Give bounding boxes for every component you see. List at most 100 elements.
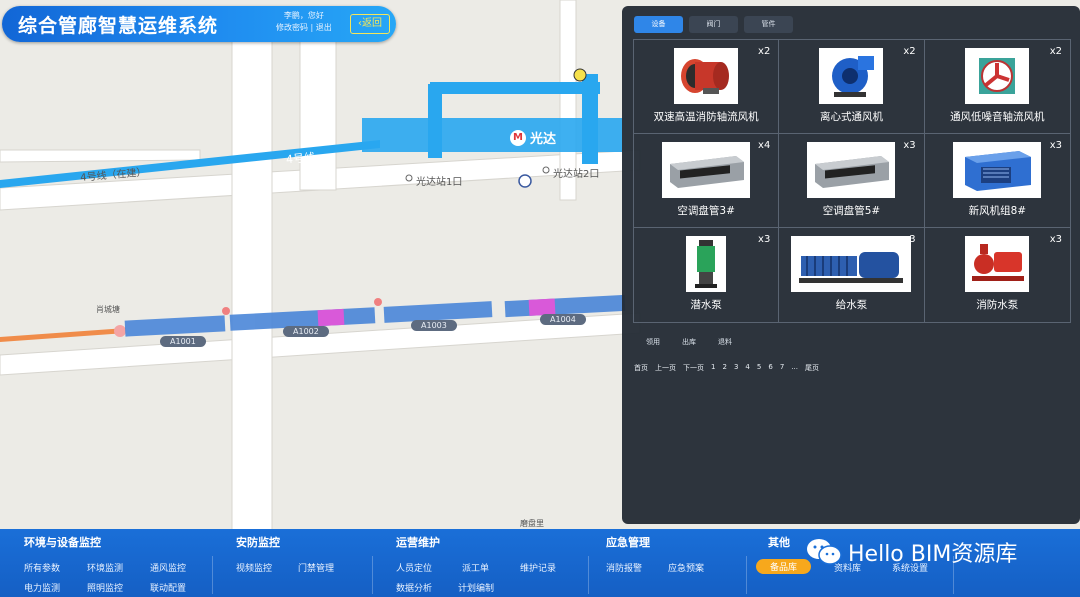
item-name: 双速高温消防轴流风机 (653, 111, 759, 123)
watermark: Hello BIM资源库 (806, 536, 1017, 568)
fan-coil-icon (807, 142, 896, 198)
watermark-text: Hello BIM资源库 (848, 542, 1018, 567)
item-quantity: x2 (903, 46, 916, 57)
page-1[interactable]: 1 (711, 363, 715, 373)
page-7[interactable]: 7 (780, 363, 784, 373)
item-name: 空调盘管3# (677, 205, 735, 217)
segment-label-a1002[interactable]: A1002 (283, 326, 329, 337)
map-label-mopanli: 磨盘里 (520, 519, 544, 528)
item-name: 空调盘管5# (822, 205, 881, 217)
user-box: 李鹏，您好 修改密码 | 退出 (276, 10, 332, 34)
segment-label-a1004[interactable]: A1004 (540, 314, 586, 325)
low-noise-fan-icon (965, 48, 1030, 104)
tab-valves[interactable]: 阀门 (689, 16, 738, 33)
nav-group-emergency: 应急管理 消防报警 应急预案 (590, 529, 750, 597)
centrifugal-fan-icon (819, 48, 884, 104)
nav-item-lighting[interactable]: 照明监控 (87, 581, 123, 594)
nav-group-title[interactable]: 其他 (768, 534, 790, 550)
item-quantity: x2 (758, 46, 771, 57)
equipment-card[interactable]: x3 潜水泵 (634, 228, 780, 322)
nav-group-security: 安防监控 视频监控 门禁管理 (214, 529, 374, 597)
nav-group-environment: 环境与设备监控 所有参数 环境监测 通风监控 电力监测 照明监控 联动配置 (0, 529, 210, 597)
outbound-button[interactable]: 出库 (682, 337, 696, 347)
nav-item-linkage[interactable]: 联动配置 (150, 581, 186, 594)
fire-pump-icon (965, 236, 1030, 292)
segment-label-a1003[interactable]: A1003 (411, 320, 457, 331)
map-label-exit2: 光达站2口 (553, 169, 600, 180)
nav-item-work-order[interactable]: 派工单 (462, 561, 489, 574)
nav-item-data-analysis[interactable]: 数据分析 (396, 581, 432, 594)
nav-item-personnel-location[interactable]: 人员定位 (396, 561, 432, 574)
guangda-station[interactable]: M 光达 (510, 128, 556, 147)
nav-item-env-monitor[interactable]: 环境监测 (87, 561, 123, 574)
tab-fittings[interactable]: 管件 (744, 16, 793, 33)
back-label: 返回 (362, 18, 382, 29)
nav-group-title[interactable]: 应急管理 (606, 534, 650, 550)
item-quantity: x3 (903, 140, 916, 151)
nav-divider (212, 556, 213, 594)
page-first[interactable]: 首页 (634, 363, 648, 373)
page-next[interactable]: 下一页 (683, 363, 704, 373)
segment-label-a1001[interactable]: A1001 (160, 336, 206, 347)
page-3[interactable]: 3 (734, 363, 738, 373)
equipment-card[interactable]: x3 新风机组8# (924, 134, 1070, 228)
nav-item-spare-parts[interactable]: 备品库 (756, 559, 812, 574)
tab-equipment[interactable]: 设备 (634, 16, 683, 33)
item-quantity: x3 (1049, 140, 1062, 151)
nav-divider (746, 556, 747, 594)
equipment-card[interactable]: x2 通风低噪音轴流风机 (924, 40, 1070, 134)
nav-item-fire-alarm[interactable]: 消防报警 (606, 561, 642, 574)
item-name: 离心式通风机 (819, 111, 883, 123)
inventory-actions: 领用 出库 退料 (646, 337, 732, 347)
nav-item-maintenance-log[interactable]: 维护记录 (520, 561, 556, 574)
nav-item-emergency-plan[interactable]: 应急预案 (668, 561, 704, 574)
map-label-line4-mid: 4号线 (285, 150, 316, 167)
station-name: 光达 (530, 132, 557, 147)
metro-logo-icon: M (510, 129, 526, 146)
page-2[interactable]: 2 (722, 363, 726, 373)
axial-fan-icon (674, 48, 739, 104)
map-label-exit1: 光达站1口 (416, 177, 463, 188)
wechat-icon (806, 538, 842, 566)
nav-item-all-params[interactable]: 所有参数 (24, 561, 60, 574)
nav-item-planning[interactable]: 计划编制 (458, 581, 494, 594)
submersible-pump-icon (686, 236, 727, 292)
page-6[interactable]: 6 (768, 363, 772, 373)
nav-divider (372, 556, 373, 594)
back-button[interactable]: ‹返回 (350, 14, 390, 34)
equipment-card[interactable]: x3 空调盘管5# (779, 134, 925, 228)
air-handling-unit-icon (953, 142, 1042, 198)
water-supply-pump-icon (791, 236, 912, 292)
page-last[interactable]: 尾页 (805, 363, 819, 373)
user-greeting: 李鹏，您好 (283, 11, 324, 20)
item-name: 消防水泵 (976, 299, 1019, 311)
equipment-grid: x2 双速高温消防轴流风机 x2 离心式通风机 x2 通风低噪音轴流风机 x4 (633, 39, 1071, 323)
user-links[interactable]: 修改密码 | 退出 (276, 22, 332, 34)
requisition-button[interactable]: 领用 (646, 337, 660, 347)
fan-coil-icon (662, 142, 751, 198)
nav-item-power[interactable]: 电力监测 (24, 581, 60, 594)
item-name: 给水泵 (835, 299, 868, 311)
page-4[interactable]: 4 (745, 363, 749, 373)
page-5[interactable]: 5 (757, 363, 761, 373)
nav-item-access-control[interactable]: 门禁管理 (298, 561, 334, 574)
nav-group-operations: 运营维护 人员定位 派工单 维护记录 数据分析 计划编制 (374, 529, 584, 597)
map-label-kaochengzhuang: 肖城塘 (96, 305, 120, 314)
corridor-alert-section[interactable] (317, 308, 345, 327)
equipment-card[interactable]: x4 空调盘管3# (634, 134, 780, 228)
equipment-card[interactable]: x3 给水泵 (779, 228, 925, 322)
item-quantity: x3 (1049, 234, 1062, 245)
equipment-card[interactable]: x3 消防水泵 (925, 228, 1070, 322)
equipment-card[interactable]: x2 离心式通风机 (779, 40, 925, 134)
item-quantity: x2 (1049, 46, 1062, 57)
equipment-card[interactable]: x2 双速高温消防轴流风机 (634, 40, 780, 134)
page-prev[interactable]: 上一页 (655, 363, 676, 373)
nav-divider (588, 556, 589, 594)
nav-group-title[interactable]: 安防监控 (236, 534, 280, 550)
nav-group-title[interactable]: 运营维护 (396, 534, 440, 550)
nav-item-video[interactable]: 视频监控 (236, 561, 272, 574)
nav-group-title[interactable]: 环境与设备监控 (24, 534, 101, 550)
nav-item-ventilation[interactable]: 通风监控 (150, 561, 186, 574)
pagination: 首页 上一页 下一页 1 2 3 4 5 6 7 ... 尾页 (634, 363, 819, 373)
return-material-button[interactable]: 退料 (718, 337, 732, 347)
